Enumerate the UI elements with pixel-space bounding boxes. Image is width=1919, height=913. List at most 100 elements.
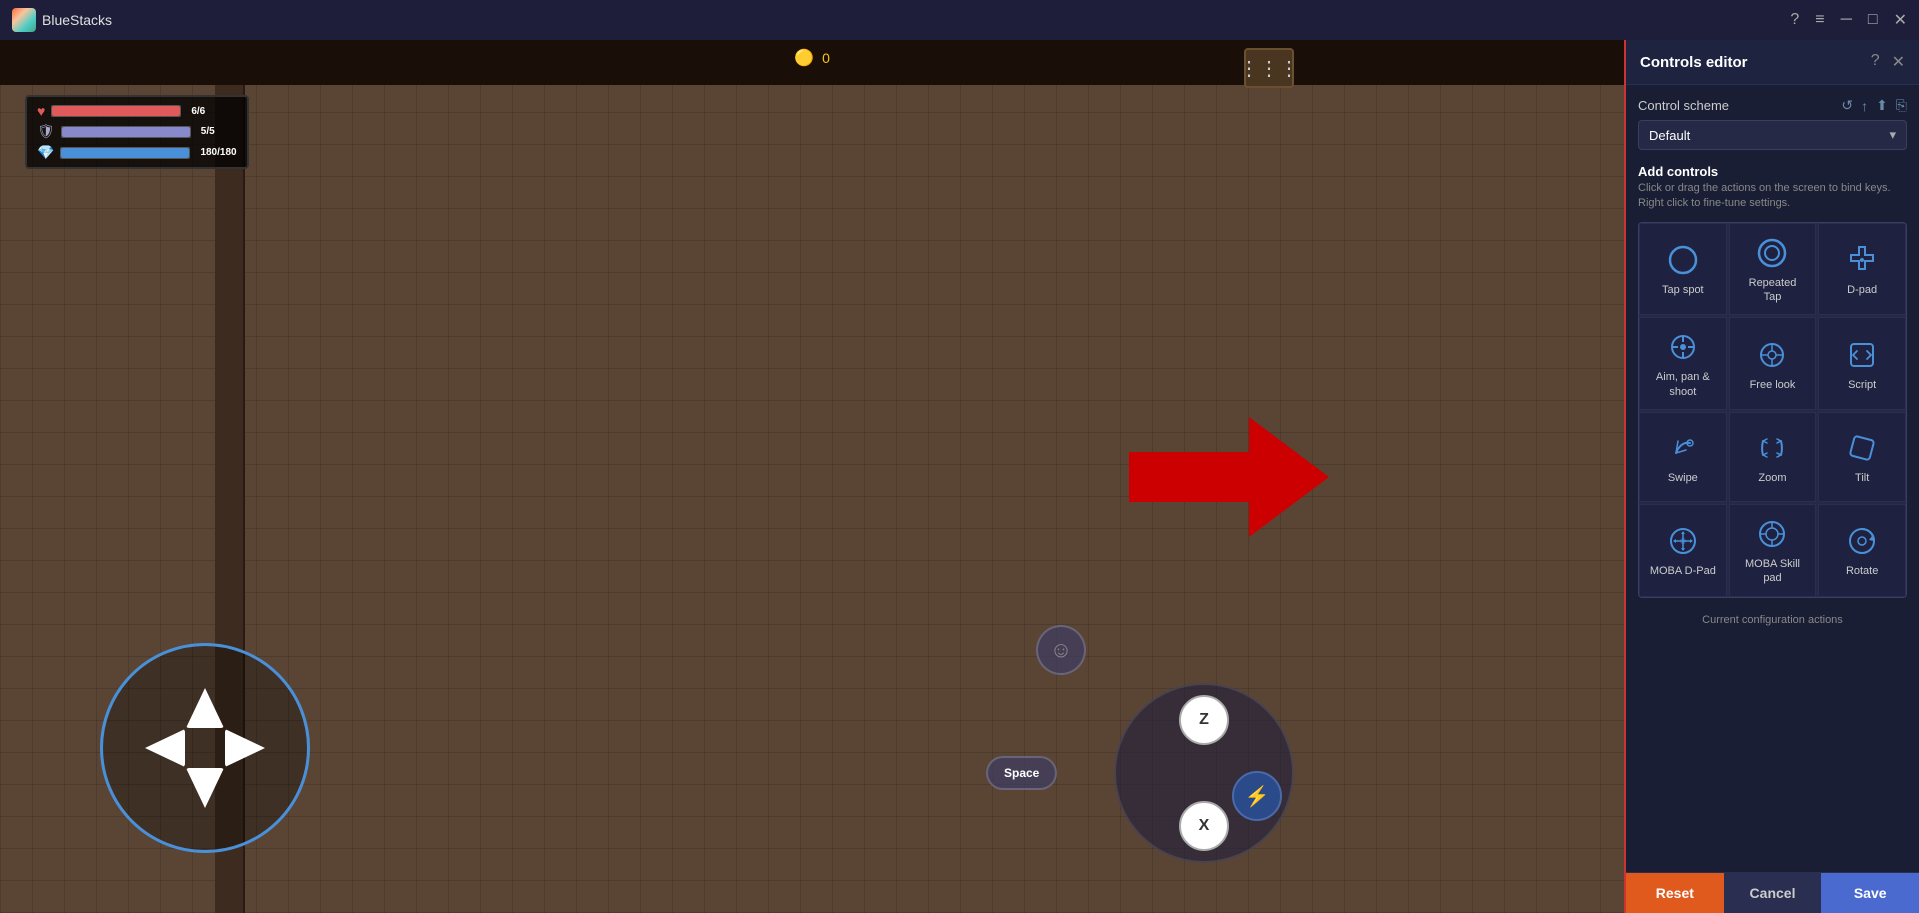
lightning-button[interactable]: ⚡ <box>1232 771 1282 821</box>
tap-spot-icon <box>1668 245 1698 275</box>
coin-hud: 🟡 0 <box>794 48 830 68</box>
app-logo: BlueStacks <box>12 8 112 32</box>
scheme-upload-icon[interactable]: ↺ <box>1841 97 1853 114</box>
control-scheme-icons: ↺ ↑ ⬆ ⎘ <box>1841 97 1907 114</box>
repeated-tap-icon <box>1757 238 1787 268</box>
help-icon[interactable]: ? <box>1790 11 1799 29</box>
control-item-moba-dpad[interactable]: MOBA D-Pad <box>1639 504 1727 597</box>
save-button[interactable]: Save <box>1821 873 1919 913</box>
control-item-dpad[interactable]: D-pad <box>1818 223 1906 316</box>
arrow-body <box>1129 452 1269 502</box>
script-icon <box>1847 340 1877 370</box>
dpad-container[interactable]: Up Down Left Right <box>100 643 310 853</box>
red-arrow <box>1129 417 1329 537</box>
control-item-tap-spot[interactable]: Tap spot <box>1639 223 1727 316</box>
dpad-up-label: Up <box>198 653 213 665</box>
dpad-left-label: Left <box>113 742 133 754</box>
control-item-script[interactable]: Script <box>1818 317 1906 410</box>
hud-panel: ♥ 6/6 🛡 5/5 💎 180/180 <box>25 95 249 169</box>
add-controls-desc: Click or drag the actions on the screen … <box>1638 181 1907 212</box>
smiley-button[interactable]: ☺ <box>1036 625 1086 675</box>
panel-close-icon[interactable]: ✕ <box>1892 52 1905 72</box>
repeated-tap-label: RepeatedTap <box>1749 276 1797 305</box>
aim-icon <box>1668 332 1698 362</box>
scheme-import-icon[interactable]: ⬆ <box>1876 97 1888 114</box>
scheme-dropdown-arrow: ▾ <box>1889 127 1896 143</box>
gold-bar-fill <box>61 148 189 158</box>
tilt-icon <box>1847 433 1877 463</box>
control-item-rotate[interactable]: Rotate <box>1818 504 1906 597</box>
panel-footer: Reset Cancel Save <box>1626 872 1919 913</box>
heart-icon: ♥ <box>37 103 45 119</box>
control-item-repeated-tap[interactable]: RepeatedTap <box>1729 223 1817 316</box>
script-label: Script <box>1848 378 1876 392</box>
current-config-label: Current configuration actions <box>1638 608 1907 628</box>
swipe-label: Swipe <box>1668 471 1698 485</box>
free-look-icon <box>1757 340 1787 370</box>
x-button[interactable]: X <box>1179 801 1229 851</box>
control-item-free-look[interactable]: Free look <box>1729 317 1817 410</box>
panel-body: Control scheme ↺ ↑ ⬆ ⎘ Default ▾ Add con… <box>1626 85 1919 872</box>
control-scheme-label: Control scheme <box>1638 98 1729 113</box>
shield-icon: 🛡 <box>37 123 55 140</box>
tilt-label: Tilt <box>1855 471 1869 485</box>
zoom-label: Zoom <box>1758 471 1786 485</box>
coin-count: 0 <box>822 50 830 66</box>
moba-dpad-icon <box>1668 526 1698 556</box>
main-area: ♥ 6/6 🛡 5/5 💎 180/180 <box>0 40 1919 913</box>
action-ring: Z X ⚡ Space ☺ <box>1114 683 1294 863</box>
gold-label: 180/180 <box>200 147 236 158</box>
control-item-tilt[interactable]: Tilt <box>1818 412 1906 502</box>
window-controls: ? ≡ ─ □ ✕ <box>1790 10 1907 30</box>
add-controls-title: Add controls <box>1638 164 1907 179</box>
mp-label: 5/5 <box>201 126 215 137</box>
inventory-icon: ⋮⋮⋮ <box>1239 56 1299 81</box>
cancel-button[interactable]: Cancel <box>1724 873 1822 913</box>
hp-row: ♥ 6/6 <box>37 103 237 119</box>
controls-grid: Tap spot RepeatedTap <box>1638 222 1907 598</box>
control-item-swipe[interactable]: Swipe <box>1639 412 1727 502</box>
control-scheme-section: Control scheme ↺ ↑ ⬆ ⎘ Default ▾ <box>1638 97 1907 150</box>
dpad-right-label: Right <box>275 742 303 754</box>
dpad-up[interactable]: Up <box>186 688 224 728</box>
z-button[interactable]: Z <box>1179 695 1229 745</box>
moba-skill-icon <box>1757 519 1787 549</box>
moba-skill-label: MOBA Skillpad <box>1745 557 1800 586</box>
maximize-icon[interactable]: □ <box>1868 11 1878 29</box>
panel-help-icon[interactable]: ? <box>1871 52 1880 72</box>
rotate-label: Rotate <box>1846 564 1878 578</box>
panel-header: Controls editor ? ✕ <box>1626 40 1919 85</box>
inventory-button[interactable]: ⋮⋮⋮ <box>1244 48 1294 88</box>
dpad-left[interactable]: Left <box>145 729 185 767</box>
gold-bar-bg <box>60 147 190 159</box>
dpad-right[interactable]: Right <box>225 729 265 767</box>
swipe-icon <box>1668 433 1698 463</box>
close-icon[interactable]: ✕ <box>1894 10 1907 30</box>
smiley-icon: ☺ <box>1050 637 1072 663</box>
control-item-moba-skill[interactable]: MOBA Skillpad <box>1729 504 1817 597</box>
dpad-ring: Up Down Left Right <box>100 643 310 853</box>
lightning-icon: ⚡ <box>1245 784 1270 809</box>
action-buttons: Z X ⚡ Space ☺ <box>1114 683 1294 863</box>
space-button[interactable]: Space <box>986 756 1057 790</box>
magic-icon: 💎 <box>37 144 54 161</box>
scheme-select[interactable]: Default ▾ <box>1638 120 1907 150</box>
scheme-copy-icon[interactable]: ⎘ <box>1896 97 1907 114</box>
mp-row: 🛡 5/5 <box>37 123 237 140</box>
top-bar: BlueStacks ? ≡ ─ □ ✕ <box>0 0 1919 40</box>
minimize-icon[interactable]: ─ <box>1841 11 1852 29</box>
dpad-cross: Up Down Left Right <box>145 688 265 808</box>
mp-bar-fill <box>62 127 190 137</box>
control-item-zoom[interactable]: Zoom <box>1729 412 1817 502</box>
arrow-head <box>1249 417 1329 537</box>
dpad-down-label: Down <box>190 831 220 843</box>
dpad-down[interactable]: Down <box>186 768 224 808</box>
tap-spot-label: Tap spot <box>1662 283 1704 297</box>
dpad-icon <box>1847 245 1877 275</box>
control-item-aim[interactable]: Aim, pan &shoot <box>1639 317 1727 410</box>
scheme-export-icon[interactable]: ↑ <box>1861 98 1868 114</box>
controls-panel: Controls editor ? ✕ Control scheme ↺ ↑ ⬆… <box>1624 40 1919 913</box>
reset-button[interactable]: Reset <box>1626 873 1724 913</box>
panel-title: Controls editor <box>1640 54 1748 71</box>
menu-icon[interactable]: ≡ <box>1815 11 1824 29</box>
